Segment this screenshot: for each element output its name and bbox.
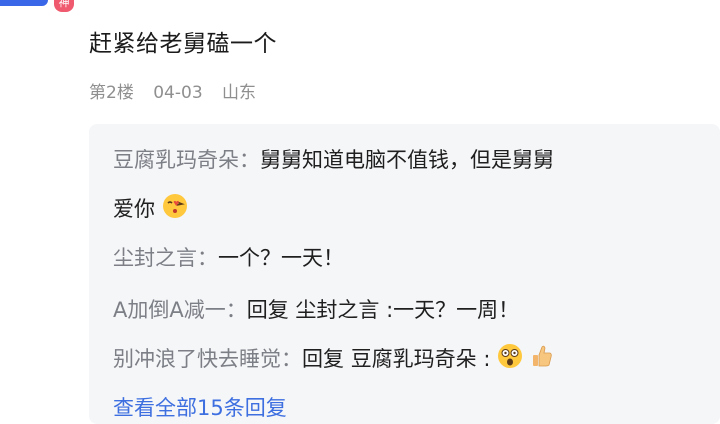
- view-all-replies-link[interactable]: 查看全部15条回复: [113, 392, 287, 422]
- sub-reply-4[interactable]: 别冲浪了快去睡觉：回复 豆腐乳玛奇朵 :: [113, 343, 554, 377]
- sub-reply-3[interactable]: A加倒A减一：回复 尘封之言 :一天？一周！: [113, 295, 519, 325]
- level-badge: 神: [54, 0, 74, 12]
- reply-content: 赶紧给老舅磕一个: [89, 31, 277, 57]
- reply-to-user[interactable]: 尘封之言: [295, 298, 379, 322]
- sub-reply-2[interactable]: 尘封之言：一个？一天！: [113, 243, 344, 273]
- shocked-emoji-icon: [497, 343, 523, 377]
- reply-meta: 第2楼 04-03 山东: [89, 78, 270, 103]
- sub-reply-text: :一天？一周！: [386, 298, 520, 322]
- separator: ：: [239, 148, 260, 172]
- sub-reply-author[interactable]: A加倒A减一: [113, 298, 226, 322]
- sub-reply-author[interactable]: 豆腐乳玛奇朵: [113, 148, 239, 172]
- sub-reply-1-line2: 爱你: [113, 193, 188, 227]
- sub-reply-text: 舅舅知道电脑不值钱，但是舅舅: [260, 148, 554, 172]
- separator: ：: [197, 246, 218, 270]
- reply-to-user[interactable]: 豆腐乳玛奇朵: [351, 347, 477, 371]
- separator: ：: [281, 347, 302, 371]
- floor-number: 第2楼: [89, 83, 134, 103]
- sub-reply-author[interactable]: 别冲浪了快去睡觉: [113, 347, 281, 371]
- thumbs-up-emoji-icon: [530, 343, 554, 377]
- reply-date: 04-03: [153, 83, 203, 103]
- reply-location: 山东: [222, 83, 257, 103]
- sub-reply-text: 爱你: [113, 197, 155, 221]
- kiss-emoji-icon: [162, 193, 188, 227]
- sub-reply-author[interactable]: 尘封之言: [113, 246, 197, 270]
- reply-label: 回复: [302, 347, 344, 371]
- separator: ：: [225, 298, 247, 322]
- reply-label: 回复: [246, 298, 289, 322]
- sub-reply-1[interactable]: 豆腐乳玛奇朵：舅舅知道电脑不值钱，但是舅舅: [113, 145, 554, 175]
- sub-reply-text: 一个？一天！: [218, 246, 344, 270]
- user-badge: [0, 0, 48, 6]
- sub-reply-text: :: [483, 347, 491, 371]
